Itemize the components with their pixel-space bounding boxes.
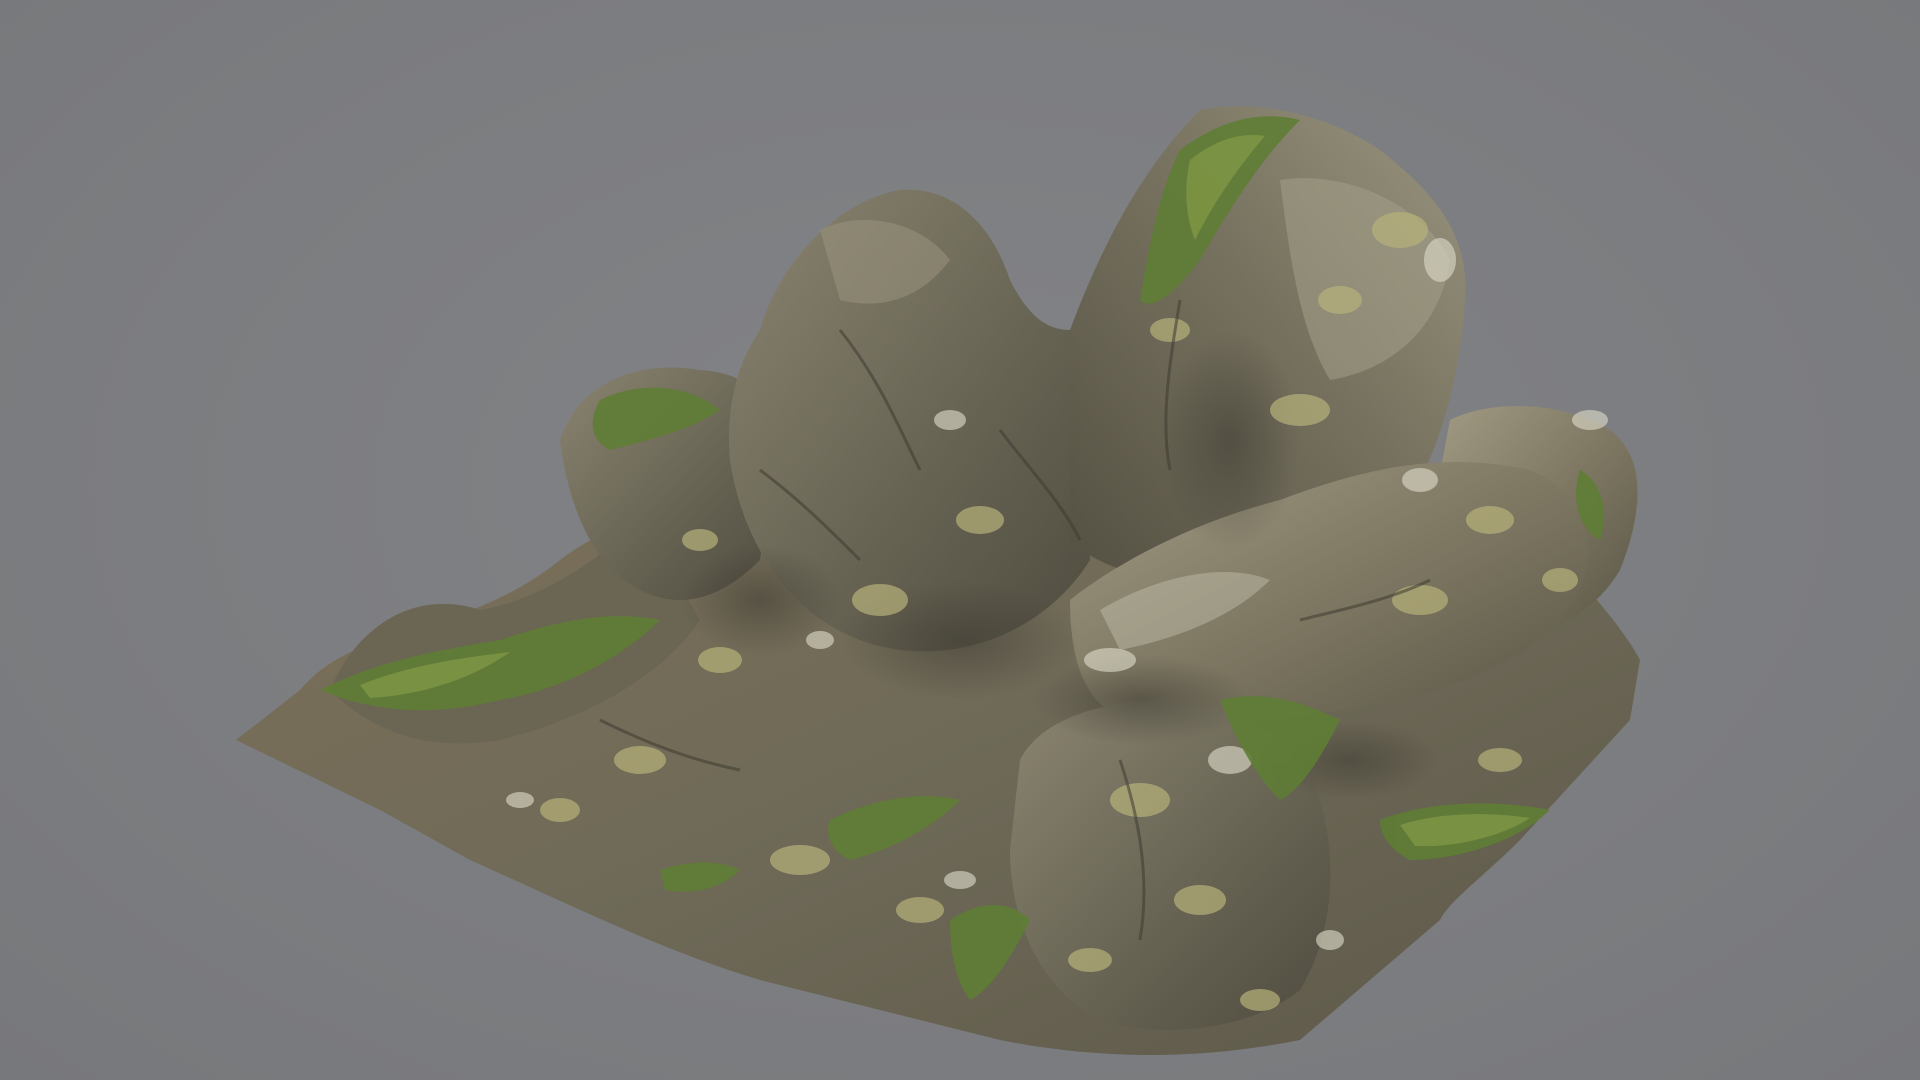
shadow-pocket: [1030, 655, 1250, 745]
shadow-pocket: [1160, 330, 1300, 550]
3d-viewport[interactable]: [0, 0, 1920, 1080]
rock-model-render: [236, 106, 1640, 1055]
